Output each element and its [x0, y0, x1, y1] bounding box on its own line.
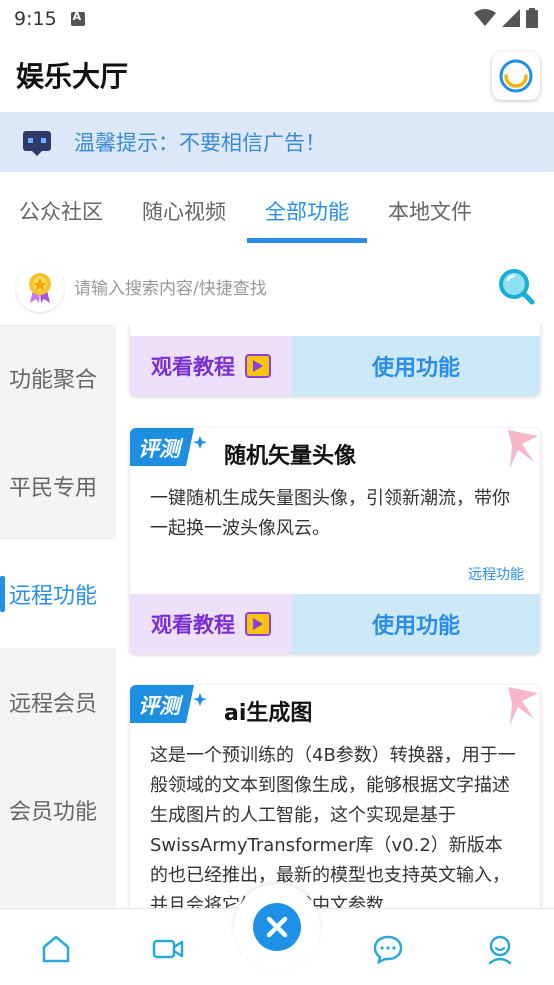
card-description: 一键随机生成矢量图头像，引领新潮流，带你一起换一波头像风云。: [150, 488, 510, 539]
function-card: 评测 随机矢量头像 一键随机生成矢量图头像，引领新潮流，带你一起换一波头像风云。…: [130, 428, 540, 654]
robot-icon: [23, 131, 51, 156]
search-input[interactable]: 请输入搜索内容/快捷查找: [74, 274, 267, 299]
signal-icon: [502, 9, 520, 27]
side-nav: 功能聚合 平民专用 远程功能 远程会员 会员功能: [0, 324, 116, 908]
watch-tutorial-label: 观看教程: [151, 613, 235, 637]
review-ribbon-icon: 评测: [130, 685, 207, 723]
close-fab-button[interactable]: [234, 884, 320, 970]
corner-decoration-icon: [508, 430, 538, 468]
tab-community[interactable]: 公众社区: [19, 180, 103, 226]
watch-tutorial-label: 观看教程: [151, 355, 235, 379]
tab-videos[interactable]: 随心视频: [142, 180, 226, 226]
close-icon: [253, 903, 301, 951]
card-tag: 远程功能: [468, 567, 524, 583]
status-icons: [474, 8, 538, 28]
svg-text:评测: 评测: [138, 437, 184, 461]
video-icon[interactable]: [152, 933, 184, 965]
card-title: ai生成图: [224, 701, 313, 726]
tab-all-functions[interactable]: 全部功能: [247, 180, 367, 243]
avatar[interactable]: [492, 52, 540, 100]
tip-banner: 温馨提示：不要相信广告！: [0, 112, 554, 172]
chat-icon[interactable]: [372, 933, 404, 965]
function-card: 评测 ai生成图 这是一个预训练的（4B参数）转换器，用于一般领域的文本到图像生…: [130, 685, 540, 908]
page-title: 娱乐大厅: [16, 60, 129, 93]
sidebar-item-civilian[interactable]: 平民专用: [0, 432, 116, 540]
use-function-button[interactable]: 使用功能: [292, 594, 540, 654]
card-title: 随机矢量头像: [224, 444, 357, 469]
corner-decoration-icon: [508, 687, 538, 725]
sidebar-item-remote[interactable]: 远程功能: [0, 540, 116, 648]
sidebar-item-member[interactable]: 会员功能: [0, 756, 116, 864]
play-icon: [245, 612, 271, 636]
function-card: 观看教程 使用功能: [130, 324, 540, 396]
home-icon[interactable]: [40, 933, 72, 965]
medal-icon[interactable]: [16, 264, 64, 312]
watch-tutorial-button[interactable]: 观看教程: [130, 594, 292, 654]
battery-icon: [526, 8, 538, 28]
app-bar: 娱乐大厅: [0, 38, 554, 112]
search-row: 请输入搜索内容/快捷查找: [0, 258, 554, 316]
status-time: 9:15: [14, 8, 57, 30]
sidebar-item-aggregate[interactable]: 功能聚合: [0, 324, 116, 432]
search-icon[interactable]: [496, 266, 536, 306]
use-function-button[interactable]: 使用功能: [292, 336, 540, 396]
watch-tutorial-button[interactable]: 观看教程: [130, 336, 292, 396]
smile-logo-icon: [499, 59, 533, 93]
notification-a-icon: [70, 10, 85, 26]
status-bar: 9:15: [0, 0, 554, 38]
tab-local-files[interactable]: 本地文件: [388, 180, 472, 226]
svg-text:评测: 评测: [138, 694, 184, 718]
tab-bar: 公众社区 随心视频 全部功能 本地文件: [0, 180, 554, 246]
wifi-icon: [474, 9, 496, 26]
card-description: 这是一个预训练的（4B参数）转换器，用于一般领域的文本到图像生成，能够根据文字描…: [150, 745, 516, 908]
sidebar-item-remote-member[interactable]: 远程会员: [0, 648, 116, 756]
card-button-row: 观看教程 使用功能: [130, 336, 540, 396]
profile-icon[interactable]: [484, 933, 516, 965]
review-ribbon-icon: 评测: [130, 428, 207, 466]
card-button-row: 观看教程 使用功能: [130, 594, 540, 654]
play-icon: [245, 354, 271, 378]
function-list: 观看教程 使用功能 评测 随机矢量头像 一键随机生成矢量图头像，引领新潮流，带你…: [116, 324, 554, 908]
tip-text: 温馨提示：不要相信广告！: [74, 131, 326, 155]
